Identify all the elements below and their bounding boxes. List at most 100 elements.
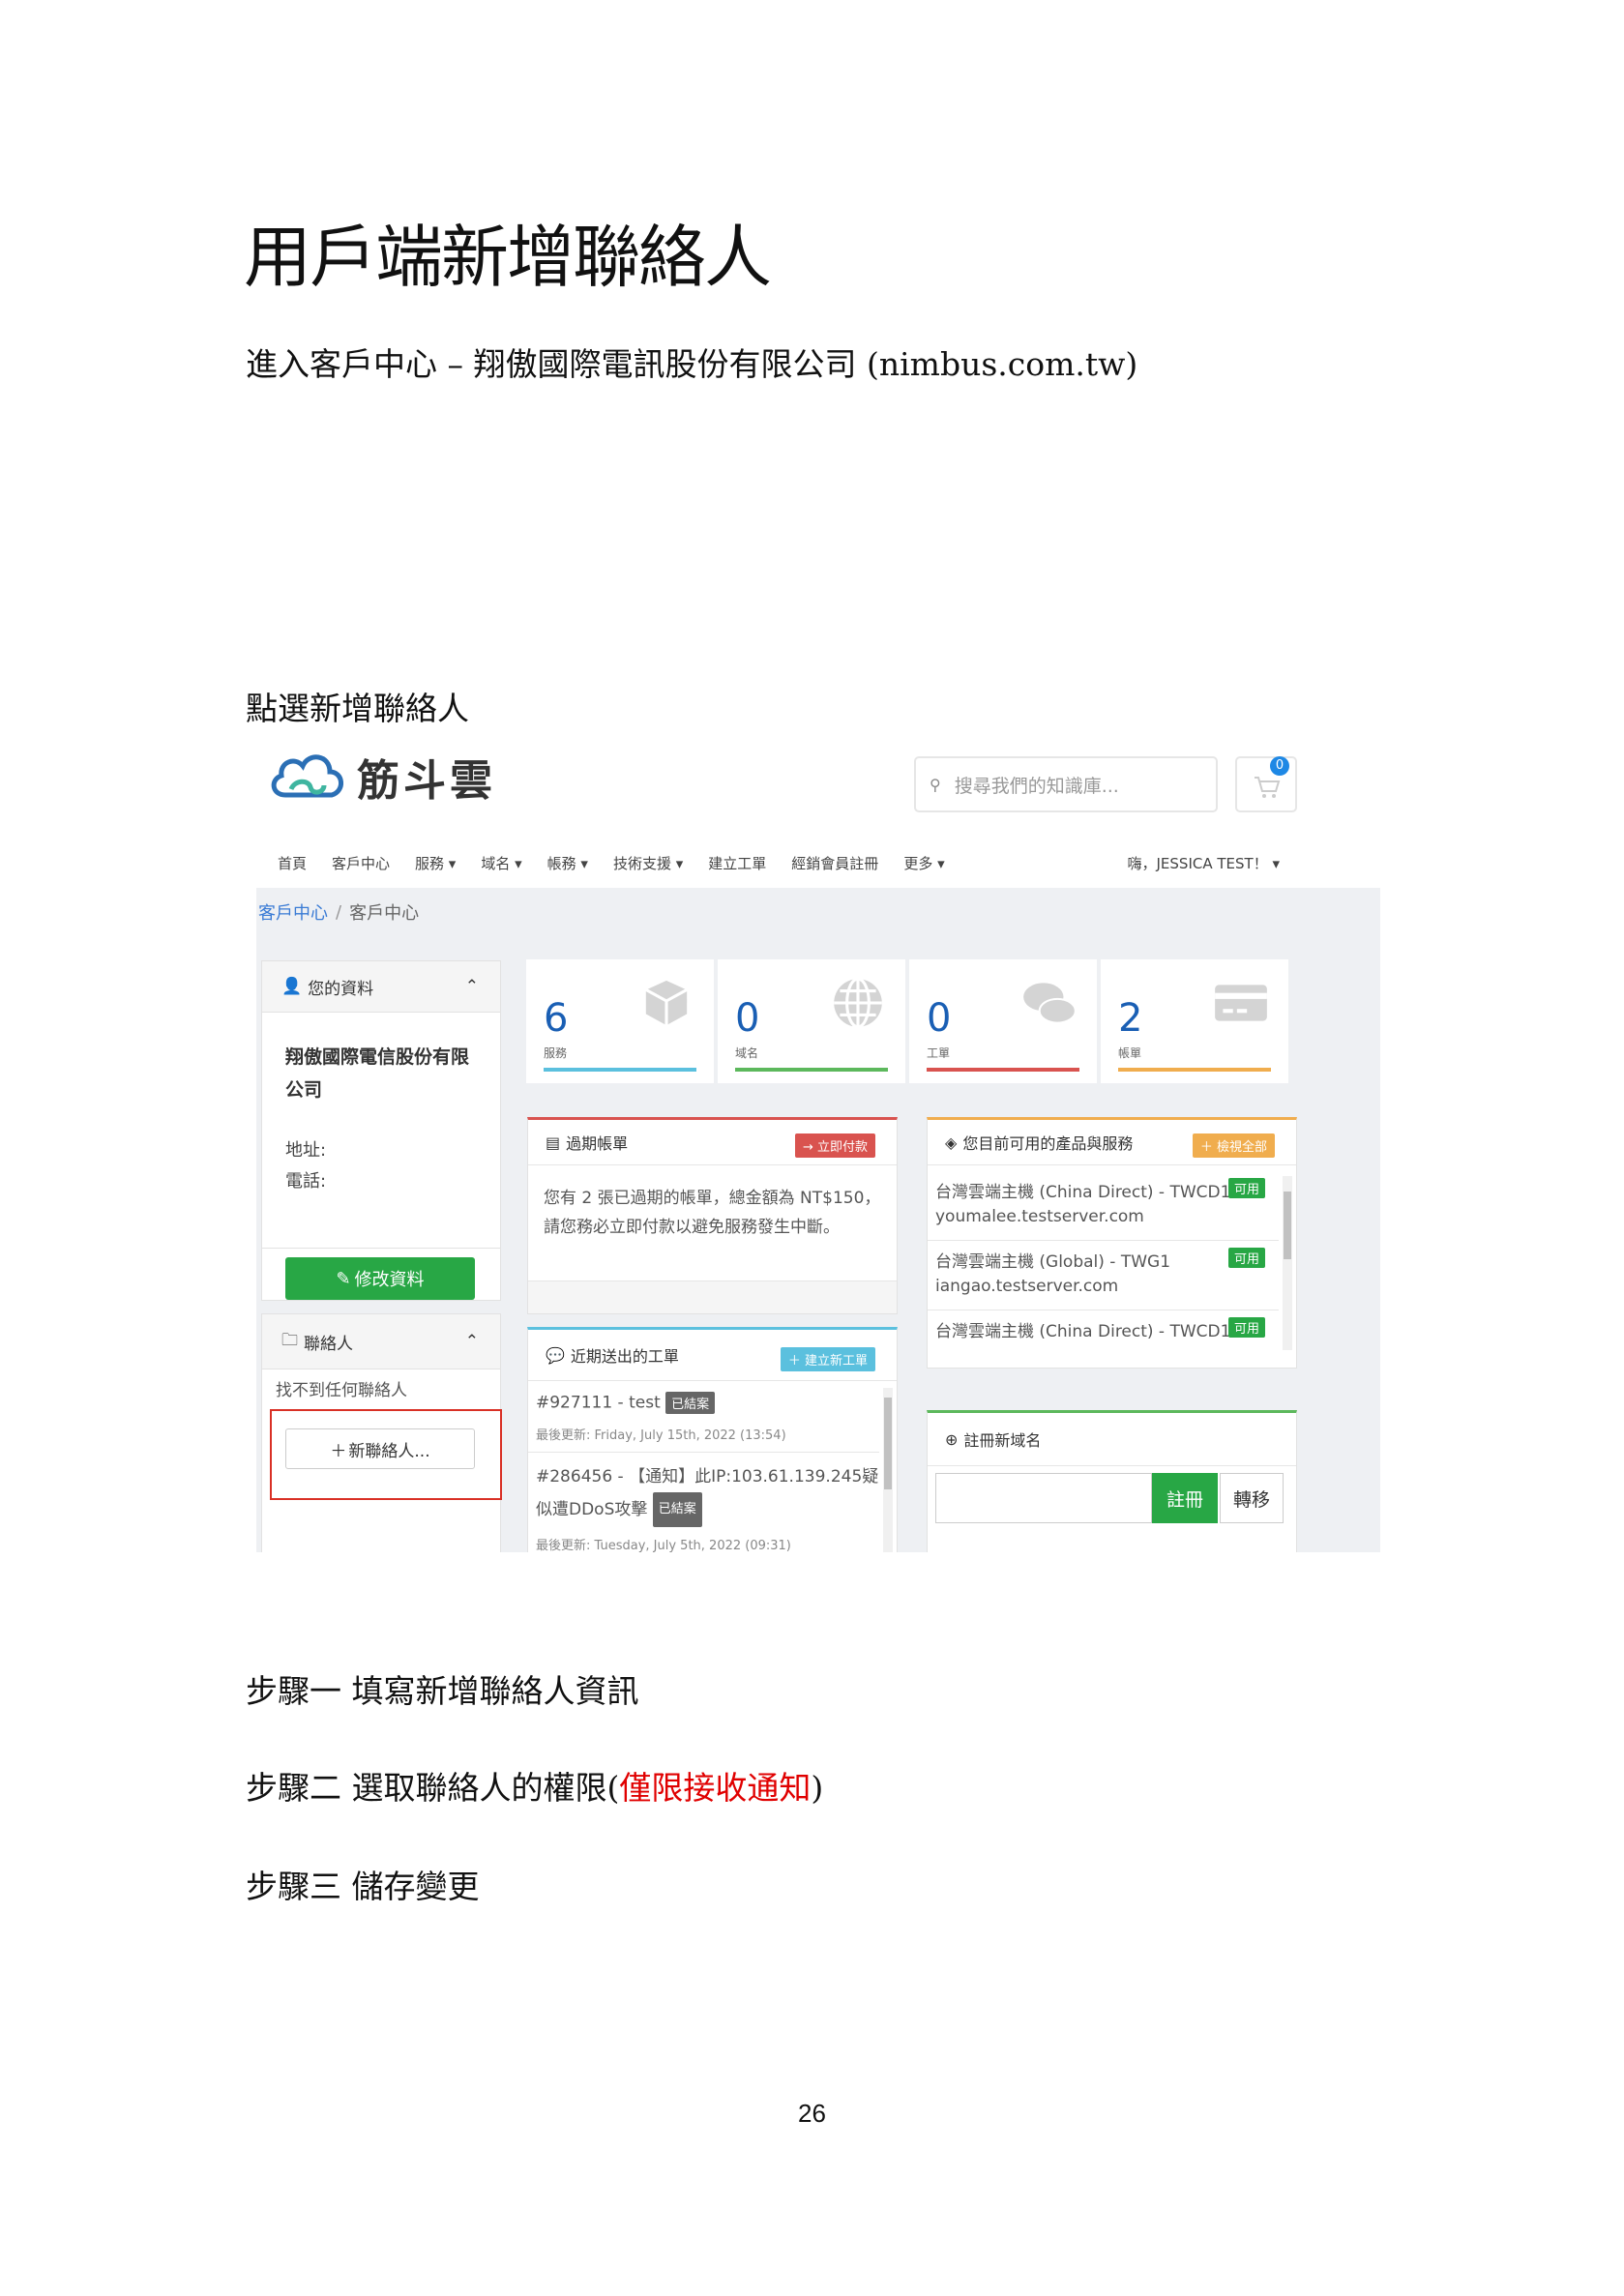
transfer-button[interactable]: 轉移 xyxy=(1220,1473,1284,1523)
client-area-screenshot: 筋斗雲 ⚲ 搜尋我們的知識庫... 0 首頁 客戶中心 服務 ▾ 域名 ▾ 帳務… xyxy=(256,735,1380,1552)
page-title: 用戶端新增聯絡人 xyxy=(244,218,772,297)
stat-bar xyxy=(544,1068,696,1072)
cloud-logo-icon xyxy=(271,754,343,798)
edit-profile-label: 修改資料 xyxy=(354,1270,425,1290)
ticket-status-badge: 已結案 xyxy=(652,1492,702,1527)
credit-card-icon xyxy=(1215,985,1267,1021)
plus-icon: ＋ xyxy=(787,1354,801,1369)
view-all-button[interactable]: ＋ 檢視全部 xyxy=(1192,1133,1275,1158)
ticket-title: #286456 - 【通知】此IP:103.61.139.245疑 xyxy=(536,1467,879,1487)
page-number: 26 xyxy=(798,2099,826,2128)
user-menu[interactable]: 嗨，JESSICA TEST！ ▾ xyxy=(1128,853,1281,873)
stat-domains[interactable]: 0 域名 xyxy=(718,959,905,1083)
company-name-line2: 公司 xyxy=(285,1079,323,1101)
stat-label: 服務 xyxy=(544,1046,568,1060)
scrollbar-thumb[interactable] xyxy=(884,1398,892,1489)
search-placeholder: 搜尋我們的知識庫... xyxy=(954,775,1119,797)
domain-header-label: 註冊新域名 xyxy=(963,1431,1042,1450)
stat-label: 域名 xyxy=(735,1046,759,1060)
overdue-invoices-panel: ▤ 過期帳單 → 立即付款 您有 2 張已過期的帳單，總金額為 NT$150， … xyxy=(527,1117,898,1314)
search-input[interactable]: ⚲ 搜尋我們的知識庫... xyxy=(914,756,1218,812)
scrollbar[interactable] xyxy=(1283,1176,1292,1350)
stat-bar xyxy=(1118,1068,1271,1072)
site-header: 筋斗雲 ⚲ 搜尋我們的知識庫... 0 xyxy=(256,735,1380,841)
plus-icon: ＋ xyxy=(330,1441,347,1461)
stat-tickets[interactable]: 0 工單 xyxy=(909,959,1097,1083)
plus-icon: ＋ xyxy=(1199,1140,1213,1155)
profile-panel-header[interactable]: 👤 您的資料 ⌃ xyxy=(262,961,500,1013)
comments-icon xyxy=(1023,983,1077,1024)
register-button[interactable]: 註冊 xyxy=(1152,1473,1218,1523)
nav-home[interactable]: 首頁 xyxy=(278,853,307,873)
status-badge: 可用 xyxy=(1227,1317,1265,1338)
profile-panel: 👤 您的資料 ⌃ 翔傲國際電信股份有限 公司 地址: 電話: ✎ 修改資料 xyxy=(261,960,501,1301)
overdue-header-label: 過期帳單 xyxy=(566,1134,629,1153)
overdue-text-line2: 請您務必立即付款以避免服務發生中斷。 xyxy=(544,1218,840,1237)
ticket-title-cont: 似遭DDoS攻擊 xyxy=(536,1500,648,1519)
nav-support[interactable]: 技術支援 ▾ xyxy=(613,853,683,873)
ticket-status-badge: 已結案 xyxy=(665,1392,716,1414)
domain-header: ⊕ 註冊新域名 xyxy=(928,1413,1296,1466)
step-two-prefix: 步驟二 選取聯絡人的權限( xyxy=(246,1769,620,1807)
breadcrumb-link[interactable]: 客戶中心 xyxy=(258,899,328,925)
ticket-item[interactable]: #927111 - test 已結案 最後更新: Friday, July 15… xyxy=(528,1384,879,1453)
scrollbar-thumb[interactable] xyxy=(1284,1192,1291,1259)
folder-icon: 🗀 xyxy=(281,1330,298,1350)
step-two-suffix: ) xyxy=(811,1769,824,1807)
domain-search-input[interactable] xyxy=(935,1473,1152,1523)
cart-count-badge: 0 xyxy=(1270,756,1289,776)
stat-services[interactable]: 6 服務 xyxy=(526,959,714,1083)
pay-now-button[interactable]: → 立即付款 xyxy=(794,1133,875,1158)
nav-open-ticket[interactable]: 建立工單 xyxy=(708,853,766,873)
pencil-icon: ✎ xyxy=(336,1268,351,1289)
products-panel: ◈ 您目前可用的產品與服務 ＋ 檢視全部 台灣雲端主機 (China Direc… xyxy=(927,1117,1297,1369)
step-two: 步驟二 選取聯絡人的權限(僅限接收通知) xyxy=(246,1762,823,1809)
address-label: 地址: xyxy=(285,1140,327,1161)
pay-now-label: 立即付款 xyxy=(816,1140,868,1155)
nav-billing[interactable]: 帳務 ▾ xyxy=(547,853,588,873)
comments-icon: 💬 xyxy=(546,1345,565,1365)
stat-number: 0 xyxy=(735,996,760,1041)
ticket-item[interactable]: #286456 - 【通知】此IP:103.61.139.245疑 似遭DDoS… xyxy=(528,1454,879,1552)
ticket-title: #927111 - test xyxy=(536,1393,661,1413)
intro-link[interactable]: (nimbus.com.tw) xyxy=(867,345,1137,383)
cube-icon xyxy=(642,977,691,1029)
breadcrumb-separator: / xyxy=(336,901,342,923)
product-item[interactable]: 台灣雲端主機 (China Direct) - TWCD1 可用 xyxy=(928,1310,1279,1354)
contacts-panel: 🗀 聯絡人 ⌃ 找不到任何聯絡人 ＋ 新聯絡人... xyxy=(261,1313,502,1552)
brand-name: 筋斗雲 xyxy=(357,756,496,806)
status-badge: 可用 xyxy=(1227,1248,1265,1268)
scrollbar[interactable] xyxy=(883,1388,893,1552)
new-contact-label: 新聯絡人... xyxy=(348,1441,430,1461)
nav-more[interactable]: 更多 ▾ xyxy=(903,853,944,873)
recent-tickets-panel: 💬 近期送出的工單 ＋ 建立新工單 #927111 - test 已結案 最後更… xyxy=(527,1327,898,1552)
status-badge: 可用 xyxy=(1227,1178,1265,1198)
ticket-updated: 最後更新: Tuesday, July 5th, 2022 (09:31) xyxy=(536,1539,791,1552)
phone-label: 電話: xyxy=(285,1171,327,1192)
search-icon: ⚲ xyxy=(930,775,941,794)
open-ticket-button[interactable]: ＋ 建立新工單 xyxy=(780,1347,875,1371)
main-nav: 首頁 客戶中心 服務 ▾ 域名 ▾ 帳務 ▾ 技術支援 ▾ 建立工單 經銷會員註… xyxy=(256,843,1380,882)
new-contact-button[interactable]: ＋ 新聯絡人... xyxy=(285,1428,475,1469)
nav-services[interactable]: 服務 ▾ xyxy=(415,853,456,873)
no-contacts-text: 找不到任何聯絡人 xyxy=(276,1381,407,1400)
nav-domains[interactable]: 域名 ▾ xyxy=(481,853,521,873)
stat-number: 0 xyxy=(927,996,952,1041)
product-host: iangao.testserver.com xyxy=(935,1277,1119,1296)
stat-label: 帳單 xyxy=(1118,1046,1142,1060)
contacts-panel-header[interactable]: 🗀 聯絡人 ⌃ xyxy=(262,1314,500,1369)
nav-client-area[interactable]: 客戶中心 xyxy=(332,853,390,873)
product-item[interactable]: 台灣雲端主機 (Global) - TWG1 可用 iangao.testser… xyxy=(928,1240,1279,1310)
breadcrumb: 客戶中心 / 客戶中心 xyxy=(256,888,1380,936)
stat-invoices[interactable]: 2 帳單 xyxy=(1101,959,1288,1083)
product-item[interactable]: 台灣雲端主機 (China Direct) - TWCD1 可用 youmale… xyxy=(928,1170,1279,1241)
nav-reseller[interactable]: 經銷會員註冊 xyxy=(791,853,878,873)
edit-profile-button[interactable]: ✎ 修改資料 xyxy=(285,1257,475,1300)
cart-button[interactable]: 0 xyxy=(1235,756,1297,812)
product-name: 台灣雲端主機 (China Direct) - TWCD1 xyxy=(935,1183,1231,1202)
step-one: 步驟一 填寫新增聯絡人資訊 xyxy=(246,1672,639,1710)
stat-number: 2 xyxy=(1118,996,1143,1041)
overdue-text-line1: 您有 2 張已過期的帳單，總金額為 NT$150， xyxy=(544,1189,881,1208)
chevron-up-icon: ⌃ xyxy=(464,977,479,996)
contacts-header-label: 聯絡人 xyxy=(304,1334,353,1354)
